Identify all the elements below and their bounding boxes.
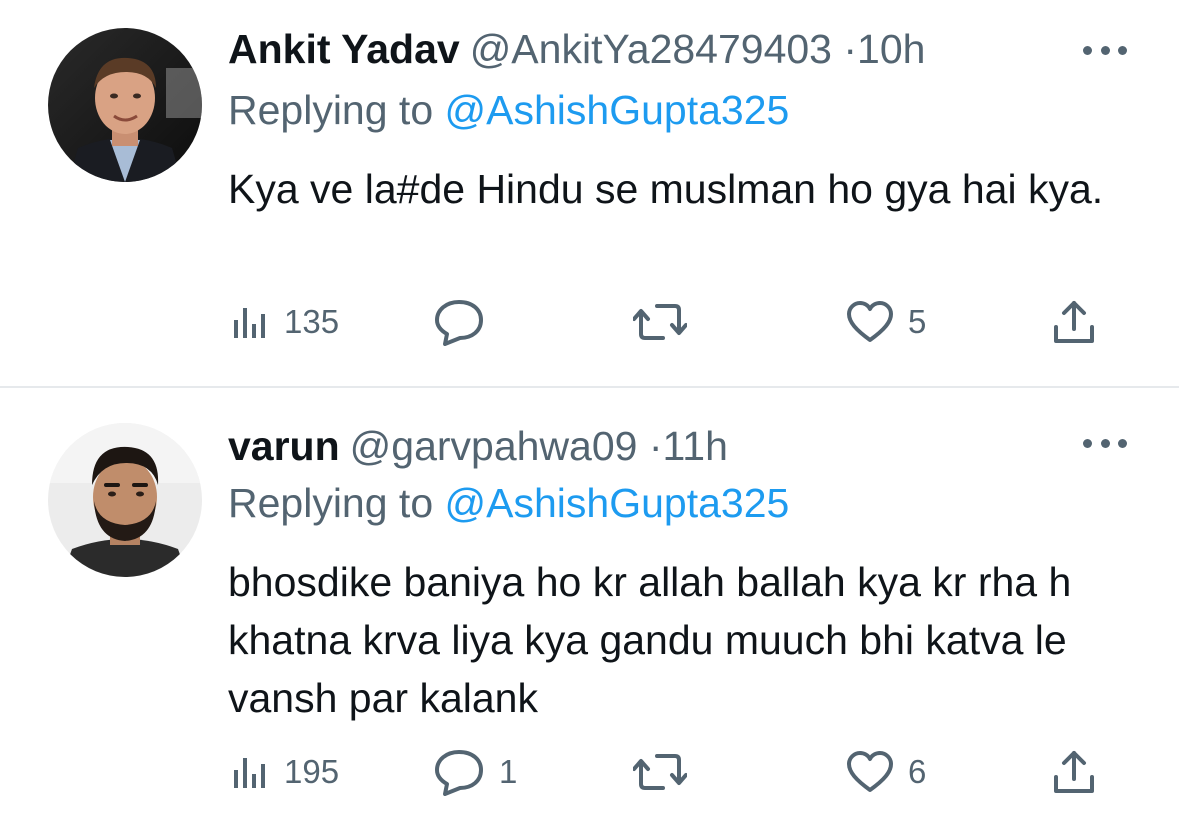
replying-to-label: Replying to — [228, 87, 434, 133]
share-upload-icon — [1054, 751, 1094, 793]
speech-bubble-icon — [435, 750, 483, 796]
avatar[interactable] — [48, 423, 202, 577]
display-name[interactable]: varun — [228, 423, 340, 469]
views-count: 195 — [284, 753, 340, 790]
speech-bubble-icon — [435, 300, 483, 346]
share-upload-icon — [1054, 301, 1094, 343]
reply-button[interactable]: 1 — [433, 744, 517, 800]
heart-icon — [847, 751, 893, 792]
mention-link[interactable]: @AshishGupta325 — [445, 480, 790, 526]
views-button[interactable]: 195 — [230, 744, 339, 800]
avatar[interactable] — [48, 28, 202, 182]
views-button[interactable]: 135 — [230, 294, 339, 350]
retweet-arrows-icon — [633, 754, 687, 790]
more-dots-icon[interactable] — [1083, 433, 1127, 453]
separator-dot: · — [843, 26, 858, 72]
mention-link[interactable]: @AshishGupta325 — [445, 87, 790, 133]
tweet-text: Kya ve la#de Hindu se muslman ho gya hai… — [228, 166, 1104, 212]
tweet-text: bhosdike baniya ho kr allah ballah kya k… — [228, 559, 1072, 721]
replying-to: Replying to @AshishGupta325 — [228, 479, 789, 527]
reply-button[interactable] — [433, 294, 499, 350]
tweet[interactable]: varun @garvpahwa09 ·11h Replying to @Ashi… — [0, 390, 1179, 826]
action-bar: 135 5 — [228, 294, 1108, 350]
user-handle[interactable]: @AnkitYa28479403 — [470, 26, 832, 72]
retweet-button[interactable] — [633, 294, 701, 350]
bar-chart-icon — [234, 758, 265, 788]
retweet-arrows-icon — [633, 304, 687, 340]
tweet-header: varun @garvpahwa09 ·11h — [228, 422, 728, 470]
share-button[interactable] — [1052, 744, 1096, 800]
separator-dot: · — [648, 423, 663, 469]
like-button[interactable]: 6 — [846, 744, 926, 800]
more-dots-icon[interactable] — [1083, 40, 1127, 60]
like-count: 5 — [908, 303, 927, 340]
reply-count: 1 — [499, 753, 518, 790]
divider — [0, 386, 1179, 388]
like-count: 6 — [908, 753, 927, 790]
like-button[interactable]: 5 — [846, 294, 926, 350]
user-handle[interactable]: @garvpahwa09 — [350, 423, 638, 469]
timestamp[interactable]: 10h — [857, 26, 925, 72]
action-bar: 195 1 6 — [228, 744, 1108, 800]
tweet-header: Ankit Yadav @AnkitYa28479403 ·10h — [228, 25, 925, 73]
display-name[interactable]: Ankit Yadav — [228, 26, 460, 72]
bar-chart-icon — [234, 308, 265, 338]
tweet[interactable]: Ankit Yadav @AnkitYa28479403 ·10h Replyin… — [0, 0, 1179, 387]
share-button[interactable] — [1052, 294, 1096, 350]
timestamp[interactable]: 11h — [663, 423, 728, 469]
views-count: 135 — [284, 303, 340, 340]
retweet-button[interactable] — [633, 744, 701, 800]
replying-to: Replying to @AshishGupta325 — [228, 86, 789, 134]
heart-icon — [847, 301, 893, 342]
replying-to-label: Replying to — [228, 480, 434, 526]
